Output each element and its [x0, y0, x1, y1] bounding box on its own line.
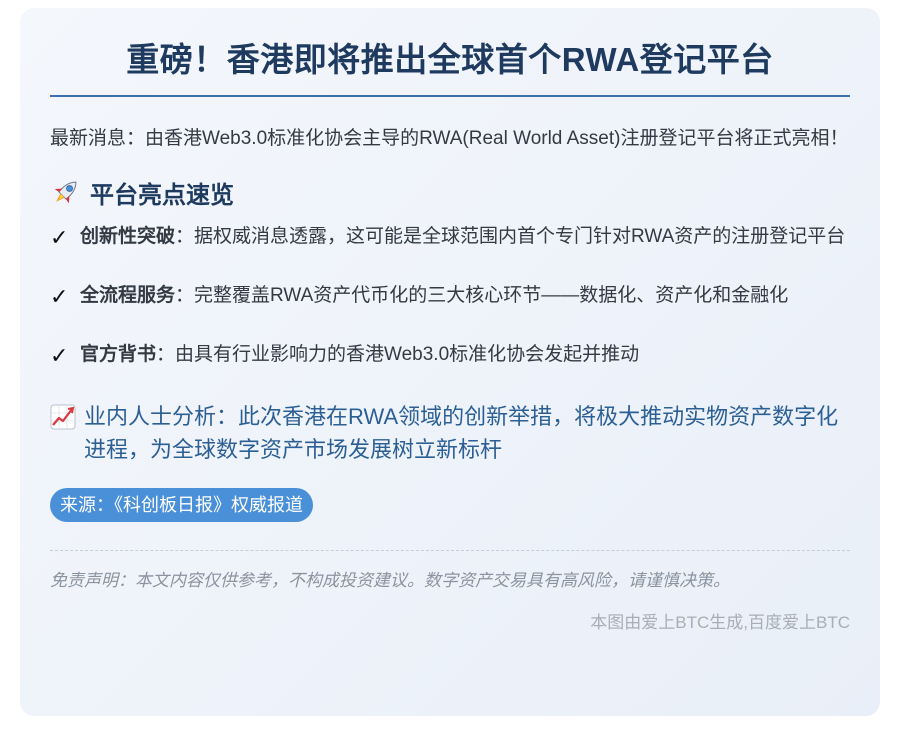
list-item-text: 创新性突破：据权威消息透露，这可能是全球范围内首个专门针对RWA资产的注册登记平… — [80, 222, 845, 252]
highlights-list: ✓ 创新性突破：据权威消息透露，这可能是全球范围内首个专门针对RWA资产的注册登… — [50, 222, 850, 372]
disclaimer-text: 免责声明：本文内容仅供参考，不构成投资建议。数字资产交易具有高风险，请谨慎决策。 — [50, 571, 730, 590]
list-item-title: 全流程服务 — [80, 285, 176, 306]
list-item-text: 全流程服务：完整覆盖RWA资产代币化的三大核心环节——数据化、资产化和金融化 — [80, 281, 788, 311]
news-card: 重磅！香港即将推出全球首个RWA登记平台 最新消息：由香港Web3.0标准化协会… — [20, 8, 880, 716]
list-item-title: 官方背书 — [80, 344, 157, 365]
highlights-heading-text: 平台亮点速览 — [90, 181, 234, 209]
list-item-title: 创新性突破 — [80, 226, 176, 247]
check-mark-icon: ✓ — [50, 284, 69, 309]
list-item-text: 官方背书：由具有行业影响力的香港Web3.0标准化协会发起并推动 — [80, 340, 639, 370]
rocket-icon — [54, 181, 77, 204]
intro-paragraph: 最新消息：由香港Web3.0标准化协会主导的RWA(Real World Ass… — [50, 128, 849, 149]
list-item-body: ：由具有行业影响力的香港Web3.0标准化协会发起并推动 — [156, 344, 640, 365]
source-badge: 来源：《科创板日报》权威报道 — [50, 488, 313, 522]
title-divider — [50, 95, 850, 97]
highlights-heading: 平台亮点速览 — [50, 176, 850, 209]
analysis-block: 业内人士分析：此次香港在RWA领域的创新举措，将极大推动实物资产数字化进程，为全… — [50, 400, 850, 466]
page-title: 重磅！香港即将推出全球首个RWA登记平台 — [126, 41, 774, 78]
list-item: ✓ 创新性突破：据权威消息透露，这可能是全球范围内首个专门针对RWA资产的注册登… — [50, 222, 850, 254]
footer-divider — [50, 550, 850, 551]
analysis-text: 业内人士分析：此次香港在RWA领域的创新举措，将极大推动实物资产数字化进程，为全… — [84, 404, 839, 462]
check-mark-icon: ✓ — [50, 225, 69, 250]
footer-credit: 本图由爱上BTC生成,百度爱上BTC — [590, 613, 850, 632]
chart-increasing-icon — [50, 404, 76, 430]
list-item-body: ：据权威消息透露，这可能是全球范围内首个专门针对RWA资产的注册登记平台 — [175, 226, 846, 247]
list-item: ✓ 官方背书：由具有行业影响力的香港Web3.0标准化协会发起并推动 — [50, 340, 850, 372]
list-item: ✓ 全流程服务：完整覆盖RWA资产代币化的三大核心环节——数据化、资产化和金融化 — [50, 281, 850, 313]
check-mark-icon: ✓ — [50, 343, 69, 368]
list-item-body: ：完整覆盖RWA资产代币化的三大核心环节——数据化、资产化和金融化 — [175, 285, 789, 306]
